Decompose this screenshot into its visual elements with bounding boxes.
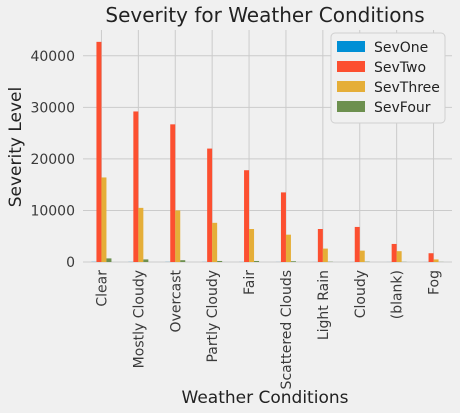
bar-sevtwo-8: [391, 243, 397, 262]
legend-label: SevOne: [374, 40, 428, 56]
y-tick-label: 0: [66, 255, 75, 271]
bar-sevtwo-3: [207, 148, 213, 262]
x-tick-label: (blank): [390, 270, 406, 319]
x-tick-label: Light Rain: [316, 270, 332, 340]
bar-sevthree-8: [396, 251, 402, 262]
bar-sevfour-0: [106, 258, 112, 262]
y-axis-title: Severity Level: [6, 87, 26, 208]
legend-swatch: [337, 81, 365, 92]
y-tick-label: 30000: [30, 100, 75, 116]
bar-sevfour-3: [217, 260, 223, 262]
legend: SevOne SevTwo SevThree SevFour: [330, 32, 446, 124]
x-tick-label: Scattered Clouds: [279, 270, 295, 389]
bar-sevfour-1: [143, 259, 149, 262]
x-tick-label: Fair: [242, 270, 258, 295]
legend-swatch: [337, 61, 365, 72]
legend-label: SevFour: [374, 100, 431, 116]
bar-sevtwo-4: [244, 170, 250, 262]
bar-sevtwo-7: [354, 226, 360, 262]
bar-sevthree-7: [359, 250, 365, 262]
bar-sevthree-6: [322, 248, 328, 262]
bar-sevtwo-0: [96, 41, 102, 263]
bar-sevthree-0: [101, 177, 107, 262]
legend-label: SevTwo: [374, 60, 426, 76]
bar-sevfour-5: [290, 261, 296, 262]
x-tick-label: Overcast: [168, 270, 184, 333]
bar-sevthree-1: [138, 207, 144, 262]
legend-swatch: [337, 101, 365, 112]
x-tick-label: Cloudy: [353, 270, 369, 318]
legend-label: SevThree: [374, 80, 440, 96]
bar-chart: 0 10000 20000 30000 40000 Clear Mostly Cloudy…: [6, 3, 452, 408]
y-tick-labels: 0 10000 20000 30000 40000: [30, 49, 75, 271]
bar-sevfour-2: [180, 260, 186, 262]
bar-sevtwo-6: [317, 229, 323, 262]
x-axis-title: Weather Conditions: [182, 388, 349, 408]
bar-sevtwo-5: [280, 192, 286, 262]
bar-sevthree-2: [175, 210, 181, 262]
x-tick-label: Partly Cloudy: [205, 270, 221, 363]
legend-swatch: [337, 41, 365, 52]
x-tick-labels: Clear Mostly Cloudy Overcast Partly Cloudy F…: [94, 270, 442, 390]
x-tick-label: Mostly Cloudy: [131, 270, 147, 368]
x-tick-label: Fog: [427, 270, 443, 295]
y-tick-label: 40000: [30, 49, 75, 65]
bar-sevtwo-9: [428, 253, 434, 262]
bar-sevthree-5: [285, 234, 291, 262]
bar-sevtwo-2: [170, 124, 176, 262]
bar-sevthree-4: [249, 229, 255, 262]
bar-sevtwo-1: [133, 111, 139, 262]
chart-title: Severity for Weather Conditions: [105, 3, 424, 27]
bar-sevthree-3: [212, 222, 218, 262]
y-tick-label: 10000: [30, 203, 75, 219]
x-tick-label: Clear: [94, 270, 110, 307]
bar-sevfour-4: [254, 260, 260, 262]
bar-sevthree-9: [433, 259, 439, 262]
y-tick-label: 20000: [30, 152, 75, 168]
